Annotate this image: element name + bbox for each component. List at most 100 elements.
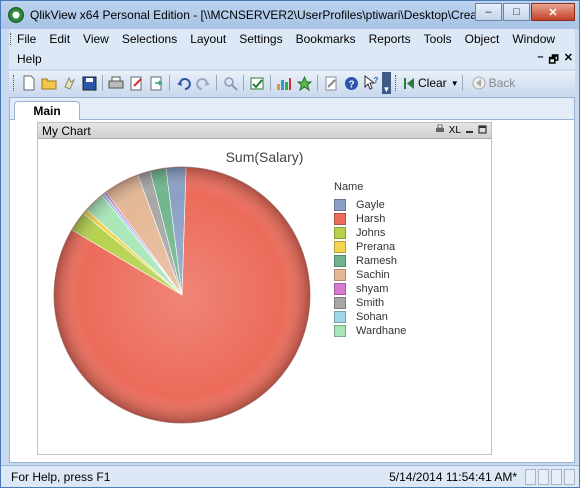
clear-button[interactable]: Clear ▼ <box>403 76 459 90</box>
new-file-icon[interactable] <box>21 75 37 91</box>
svg-text:?: ? <box>348 79 354 90</box>
legend-item[interactable]: Sachin <box>334 268 406 282</box>
clear-icon <box>404 78 414 89</box>
chart-object[interactable]: My Chart XL Sum(Salary) Name Gayle Harsh… <box>37 122 492 455</box>
pie-chart[interactable] <box>50 163 314 430</box>
sheet-area[interactable]: My Chart XL Sum(Salary) Name Gayle Harsh… <box>10 120 574 462</box>
back-icon <box>472 76 486 90</box>
legend-label: Gayle <box>356 199 385 211</box>
maximize-button[interactable]: □ <box>503 3 530 21</box>
pie-chart-svg[interactable] <box>50 163 314 427</box>
reload-data-icon[interactable] <box>148 75 164 91</box>
open-folder-icon[interactable] <box>41 75 57 91</box>
save-icon[interactable] <box>81 75 97 91</box>
menu-selections[interactable]: Selections <box>122 32 177 46</box>
window-controls: – □ ✕ <box>474 3 575 21</box>
legend-item[interactable]: Johns <box>334 226 406 240</box>
legend-item[interactable]: Sohan <box>334 310 406 324</box>
legend-item[interactable]: Ramesh <box>334 254 406 268</box>
toolbar-separator <box>216 75 217 91</box>
back-label: Back <box>488 76 516 90</box>
legend-label: Smith <box>356 297 385 309</box>
toolbar-overflow-chevron-icon[interactable]: ▼ <box>382 72 391 94</box>
print-icon[interactable] <box>435 124 445 138</box>
menu-row: File Edit View Selections Layout Settings Book… <box>9 29 575 49</box>
search-icon[interactable] <box>222 75 238 91</box>
legend-label: Ramesh <box>356 255 397 267</box>
legend-item[interactable]: shyam <box>334 282 406 296</box>
qlikview-app-icon[interactable] <box>8 7 24 23</box>
legend-swatch <box>334 227 346 239</box>
menu-grip[interactable] <box>10 33 13 45</box>
status-pane <box>538 468 549 485</box>
print-icon[interactable] <box>108 75 124 91</box>
chart-icon[interactable] <box>276 75 292 91</box>
legend-swatch <box>334 269 346 281</box>
status-pane <box>564 468 575 485</box>
svg-text:?: ? <box>374 76 379 85</box>
mdi-restore-icon[interactable]: 🗗 <box>548 51 558 70</box>
clear-label: Clear <box>418 76 447 90</box>
menu-edit[interactable]: Edit <box>49 32 70 46</box>
toolbar-separator <box>169 75 170 91</box>
close-button[interactable]: ✕ <box>531 3 575 21</box>
legend-item[interactable]: Gayle <box>334 198 406 212</box>
legend-label: Sohan <box>356 311 388 323</box>
tab-main[interactable]: Main <box>14 101 80 121</box>
caption-icons: XL <box>435 124 487 138</box>
mdi-controls: – 🗗 ✕ <box>537 51 573 70</box>
edit-script-icon[interactable] <box>128 75 144 91</box>
menu-reports[interactable]: Reports <box>369 32 411 46</box>
minimize-button[interactable]: – <box>475 3 502 21</box>
redo-icon[interactable] <box>195 75 211 91</box>
menu-view[interactable]: View <box>83 32 109 46</box>
menu-help[interactable]: Help <box>17 52 42 66</box>
bookmark-star-icon[interactable] <box>296 75 312 91</box>
mdi-minimize-icon[interactable]: – <box>537 51 543 70</box>
legend-item[interactable]: Prerana <box>334 240 406 254</box>
app-window: QlikView x64 Personal Edition - [\\MCNSE… <box>0 0 580 488</box>
toolbar-grip[interactable] <box>13 75 16 91</box>
reload-icon[interactable] <box>61 75 77 91</box>
undo-icon[interactable] <box>175 75 191 91</box>
sheet-tab-strip: Main <box>10 98 574 121</box>
menu-object[interactable]: Object <box>465 32 500 46</box>
help-icon[interactable]: ? <box>343 75 359 91</box>
legend-label: shyam <box>356 283 389 295</box>
toolbar-separator <box>102 75 103 91</box>
window-title: QlikView x64 Personal Edition - [\\MCNSE… <box>30 8 508 22</box>
legend-item[interactable]: Harsh <box>334 212 406 226</box>
legend-swatch <box>334 255 346 267</box>
maximize-icon[interactable] <box>478 124 487 138</box>
menu-bar: File Edit View Selections Layout Settings Book… <box>9 29 575 69</box>
legend-label: Prerana <box>356 241 396 253</box>
toolbar: ? ? ▼ Clear ▼ Back <box>9 71 575 95</box>
chart-caption: My Chart <box>42 123 91 138</box>
status-pane <box>551 468 562 485</box>
chart-caption-bar[interactable]: My Chart XL <box>38 123 491 139</box>
legend-swatch <box>334 325 346 337</box>
minimize-icon[interactable] <box>465 125 474 138</box>
legend-label: Harsh <box>356 213 386 225</box>
mdi-close-icon[interactable]: ✕ <box>564 51 573 70</box>
export-excel-icon[interactable]: XL <box>449 125 461 137</box>
selection-icon[interactable] <box>249 75 265 91</box>
title-bar: QlikView x64 Personal Edition - [\\MCNSE… <box>1 1 579 29</box>
clear-dropdown-chevron-icon[interactable]: ▼ <box>451 79 459 88</box>
legend-label: Johns <box>356 227 386 239</box>
menu-file[interactable]: File <box>17 32 36 46</box>
notes-icon[interactable] <box>323 75 339 91</box>
menu-bookmarks[interactable]: Bookmarks <box>296 32 356 46</box>
back-button[interactable]: Back <box>472 76 516 90</box>
menu-layout[interactable]: Layout <box>190 32 226 46</box>
context-help-icon[interactable]: ? <box>363 75 379 91</box>
legend-item[interactable]: Smith <box>334 296 406 310</box>
legend-swatch <box>334 283 346 295</box>
menu-settings[interactable]: Settings <box>239 32 282 46</box>
toolbar-grip[interactable] <box>395 75 398 91</box>
legend-item[interactable]: Wardhane <box>334 324 406 338</box>
legend-items: Gayle Harsh Johns Prerana Ramesh Sachin shyam S… <box>334 198 406 338</box>
menu-window[interactable]: Window <box>512 32 555 46</box>
menu-tools[interactable]: Tools <box>424 32 452 46</box>
document-workspace: Main My Chart XL Sum(Salary) Name Gayle … <box>9 97 575 463</box>
